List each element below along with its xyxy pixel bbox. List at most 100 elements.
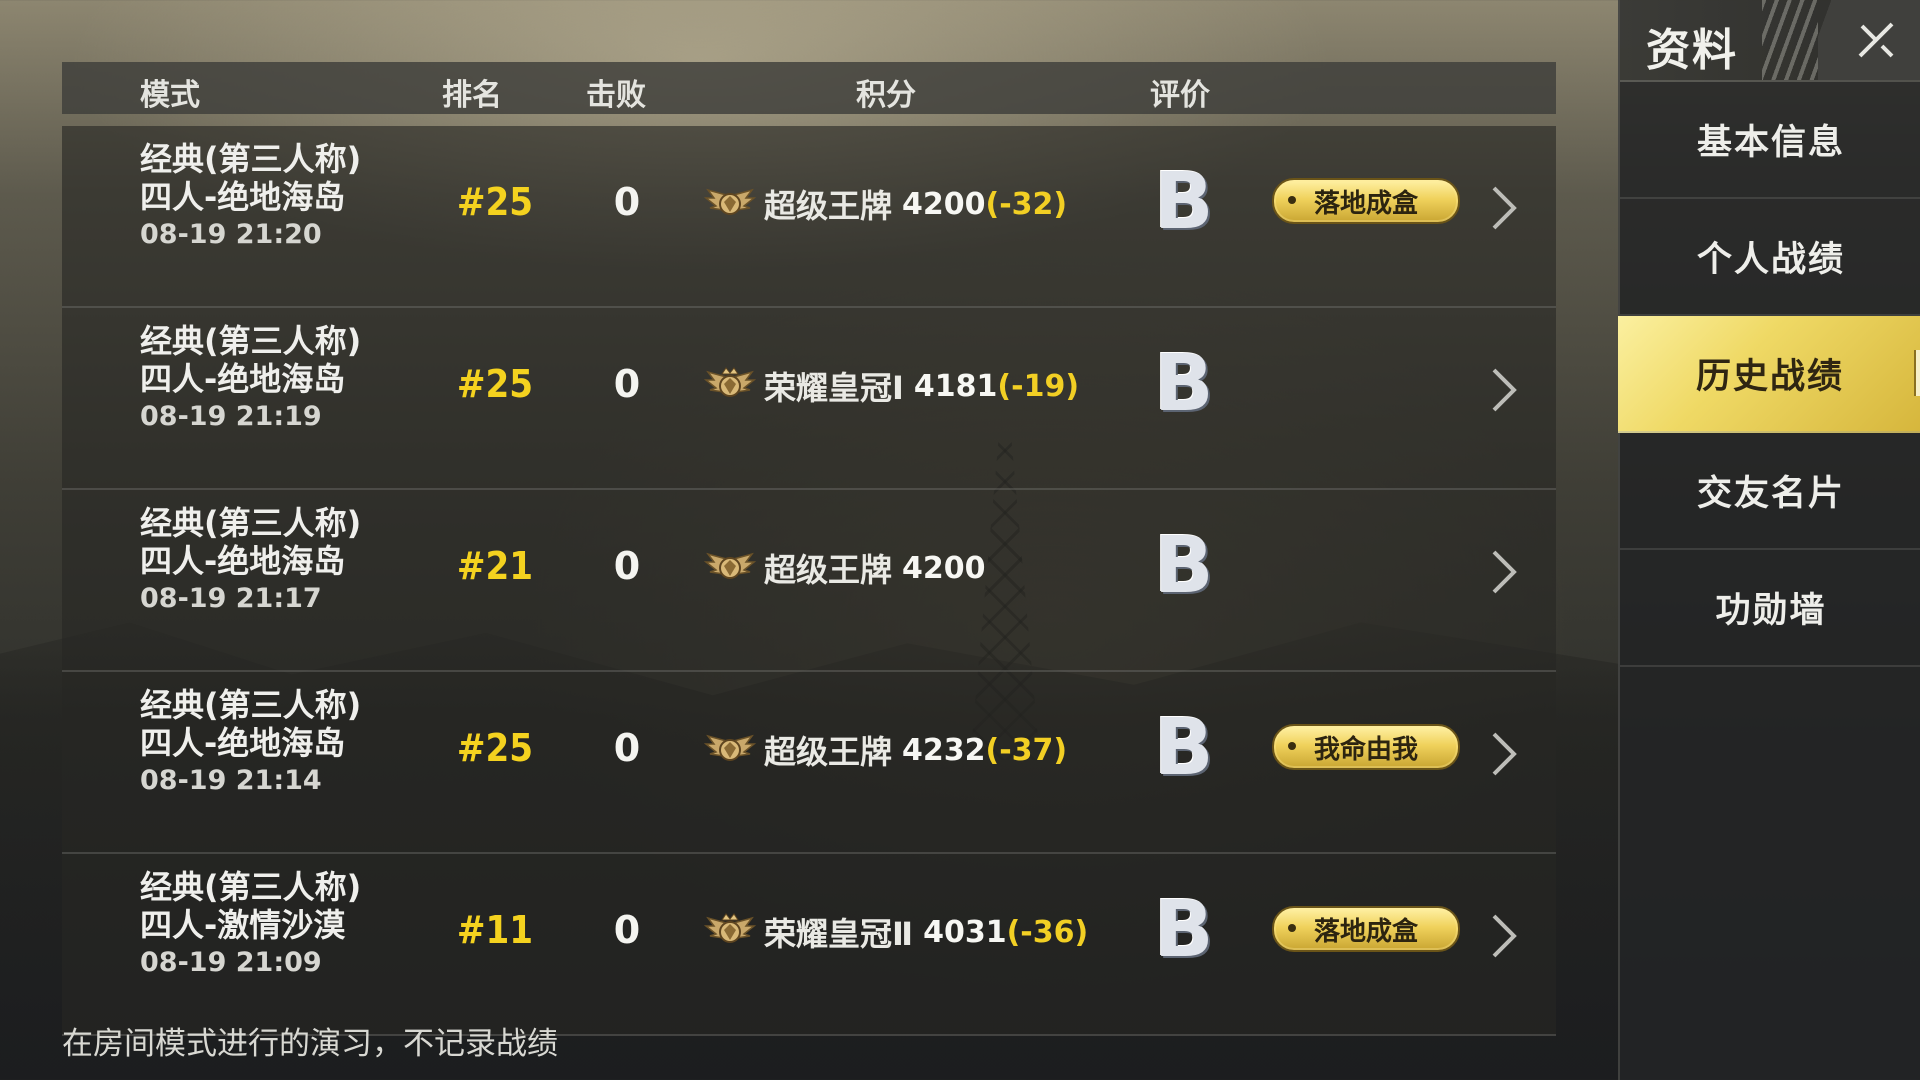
match-kills: 0	[613, 544, 641, 588]
sidebar-item-label: 基本信息	[1696, 123, 1845, 163]
match-score: 荣耀皇冠Ⅱ 4031 (-36)	[704, 904, 1088, 960]
crown-emblem-icon	[704, 364, 756, 408]
sidebar-item[interactable]: 交友名片	[1620, 433, 1920, 550]
match-rank: #25	[456, 180, 534, 224]
rating-grade: B	[1154, 703, 1214, 793]
table-header: 模式 排名 击败 积分 评价	[62, 62, 1556, 114]
sidebar-title: 资料	[1646, 25, 1738, 76]
match-time: 08-19 21:17	[140, 583, 322, 614]
tier-name: 超级王牌	[764, 551, 893, 589]
match-score: 荣耀皇冠Ⅰ 4181 (-19)	[704, 358, 1079, 414]
match-rank: #25	[456, 726, 534, 770]
badge-dot-icon	[1288, 196, 1296, 204]
mode-map: 四人-绝地海岛	[140, 542, 346, 580]
chevron-right-icon	[1492, 368, 1517, 412]
footer-note: 在房间模式进行的演习，不记录战绩	[62, 1026, 558, 1062]
header-kills: 击败	[586, 78, 646, 113]
mode-type: 经典(第三人称)	[140, 322, 362, 360]
mode-type: 经典(第三人称)	[140, 686, 362, 724]
row-detail-button[interactable]	[1486, 548, 1522, 596]
table-row[interactable]: 经典(第三人称) 四人-绝地海岛 08-19 21:14 #25 0 超级王牌 4232 (-…	[62, 672, 1556, 854]
active-indicator	[1914, 350, 1920, 396]
row-detail-button[interactable]	[1486, 366, 1522, 414]
match-mode: 经典(第三人称) 四人-绝地海岛 08-19 21:20	[140, 140, 361, 254]
match-kills: 0	[613, 908, 641, 952]
table-row[interactable]: 经典(第三人称) 四人-激情沙漠 08-19 21:09 #11 0 荣耀皇冠Ⅱ 4031(…	[62, 854, 1556, 1036]
match-rank: #21	[456, 544, 534, 588]
tier-points: 4232	[902, 732, 986, 768]
match-time: 08-19 21:09	[140, 947, 322, 978]
row-detail-button[interactable]	[1486, 912, 1522, 960]
sidebar-item-label: 个人战绩	[1696, 240, 1845, 280]
close-icon	[1858, 22, 1894, 58]
sidebar-item[interactable]: 基本信息	[1620, 82, 1920, 199]
row-detail-button[interactable]	[1486, 184, 1522, 232]
chevron-right-icon	[1492, 186, 1517, 230]
match-mode: 经典(第三人称) 四人-绝地海岛 08-19 21:19	[140, 322, 361, 436]
profile-sidebar: 资料 基本信息个人战绩历史战绩交友名片功勋墙	[1618, 0, 1920, 1080]
header-rating: 评价	[1150, 78, 1210, 113]
match-score: 超级王牌 4200 (-32)	[704, 176, 1067, 232]
match-history-table: 模式 排名 击败 积分 评价 经典(第三人称) 四人-绝地海岛 08-19 21:2…	[62, 62, 1556, 1036]
chevron-right-icon	[1492, 914, 1517, 958]
header-rank: 排名	[442, 78, 502, 113]
badge-label: 我命由我	[1313, 734, 1418, 765]
match-score: 超级王牌 4200	[704, 540, 986, 596]
mode-map: 四人-绝地海岛	[140, 724, 346, 762]
ace-emblem-icon	[704, 546, 756, 590]
tier-points: 4200	[902, 186, 986, 222]
points-change: (-37)	[985, 732, 1068, 768]
achievement-badge: 落地成盒	[1272, 178, 1460, 224]
header-score: 积分	[856, 78, 916, 113]
chevron-right-icon	[1492, 732, 1517, 776]
achievement-badge: 落地成盒	[1272, 906, 1460, 952]
sidebar-item-label: 交友名片	[1696, 474, 1845, 514]
mode-type: 经典(第三人称)	[140, 140, 362, 178]
row-detail-button[interactable]	[1486, 730, 1522, 778]
tier-points: 4181	[913, 368, 998, 404]
sidebar-nav: 基本信息个人战绩历史战绩交友名片功勋墙	[1618, 82, 1920, 667]
sidebar-item-label: 功勋墙	[1715, 591, 1827, 631]
mode-type: 经典(第三人称)	[140, 868, 362, 906]
sidebar-item[interactable]: 功勋墙	[1620, 550, 1920, 667]
match-time: 08-19 21:14	[140, 765, 322, 796]
points-change: (-32)	[985, 186, 1068, 222]
badge-dot-icon	[1288, 742, 1296, 750]
badge-label: 落地成盒	[1313, 188, 1418, 219]
sidebar-item[interactable]: 历史战绩	[1618, 316, 1920, 433]
table-row[interactable]: 经典(第三人称) 四人-绝地海岛 08-19 21:17 #21 0 超级王牌 4200 B	[62, 490, 1556, 672]
tier-name: 超级王牌	[764, 733, 893, 771]
sidebar-item-label: 历史战绩	[1695, 357, 1844, 397]
mode-map: 四人-绝地海岛	[140, 178, 346, 216]
achievement-badge: 我命由我	[1272, 724, 1460, 770]
tier-points: 4031	[923, 914, 1007, 950]
match-time: 08-19 21:19	[140, 401, 322, 432]
match-time: 08-19 21:20	[140, 219, 322, 250]
badge-dot-icon	[1288, 924, 1296, 932]
rating-grade: B	[1154, 885, 1214, 975]
table-body: 经典(第三人称) 四人-绝地海岛 08-19 21:20 #25 0 超级王牌 4200 (-…	[62, 126, 1556, 1036]
crown-emblem-icon	[704, 910, 756, 954]
match-kills: 0	[613, 362, 641, 406]
rating-grade: B	[1154, 157, 1214, 247]
rating-grade: B	[1154, 339, 1214, 429]
points-change: (-19)	[997, 368, 1080, 404]
close-button[interactable]	[1818, 0, 1920, 80]
match-rank: #25	[456, 362, 534, 406]
badge-label: 落地成盒	[1313, 916, 1418, 947]
match-kills: 0	[613, 180, 641, 224]
ace-emblem-icon	[704, 728, 756, 772]
match-mode: 经典(第三人称) 四人-绝地海岛 08-19 21:14	[140, 686, 361, 800]
mode-map: 四人-激情沙漠	[140, 906, 346, 944]
tier-name: 荣耀皇冠Ⅱ	[764, 915, 914, 953]
match-mode: 经典(第三人称) 四人-绝地海岛 08-19 21:17	[140, 504, 361, 618]
table-row[interactable]: 经典(第三人称) 四人-绝地海岛 08-19 21:19 #25 0 荣耀皇冠Ⅰ 4181(…	[62, 308, 1556, 490]
sidebar-header: 资料	[1620, 0, 1920, 82]
header-mode: 模式	[140, 78, 200, 113]
tier-name: 超级王牌	[764, 187, 893, 225]
table-row[interactable]: 经典(第三人称) 四人-绝地海岛 08-19 21:20 #25 0 超级王牌 4200 (-…	[62, 126, 1556, 308]
mode-map: 四人-绝地海岛	[140, 360, 346, 398]
sidebar-item[interactable]: 个人战绩	[1620, 199, 1920, 316]
header-stripes-decoration	[1762, 0, 1818, 80]
match-kills: 0	[613, 726, 641, 770]
